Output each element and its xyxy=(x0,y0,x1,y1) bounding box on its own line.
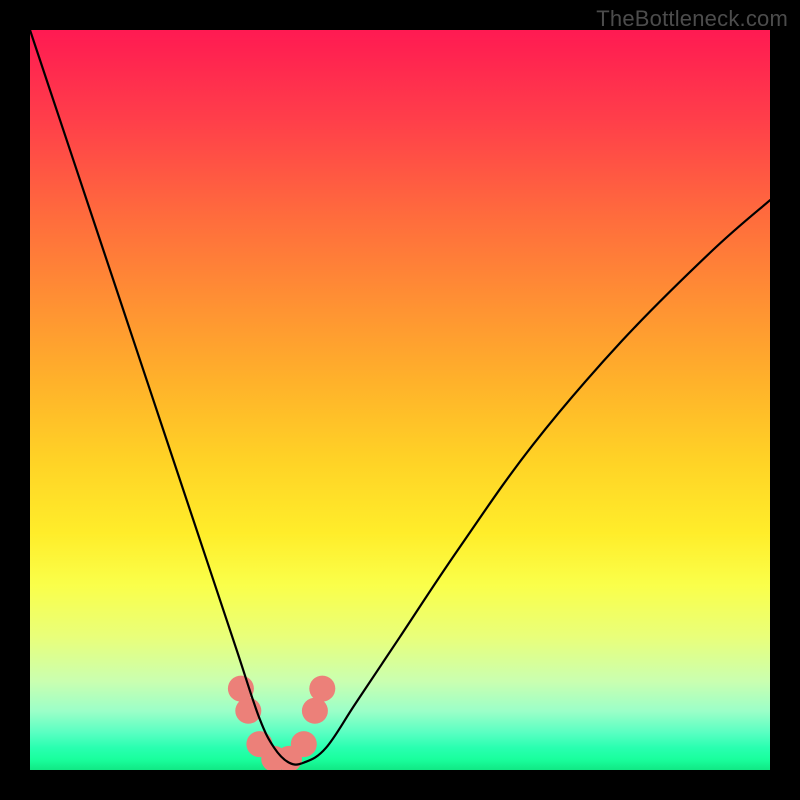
highlight-dot xyxy=(291,731,317,757)
bottleneck-curve-path xyxy=(30,30,770,765)
plot-area xyxy=(30,30,770,770)
highlight-dot xyxy=(302,698,328,724)
bottleneck-chart xyxy=(30,30,770,770)
highlight-dot xyxy=(309,676,335,702)
watermark-text: TheBottleneck.com xyxy=(596,6,788,32)
